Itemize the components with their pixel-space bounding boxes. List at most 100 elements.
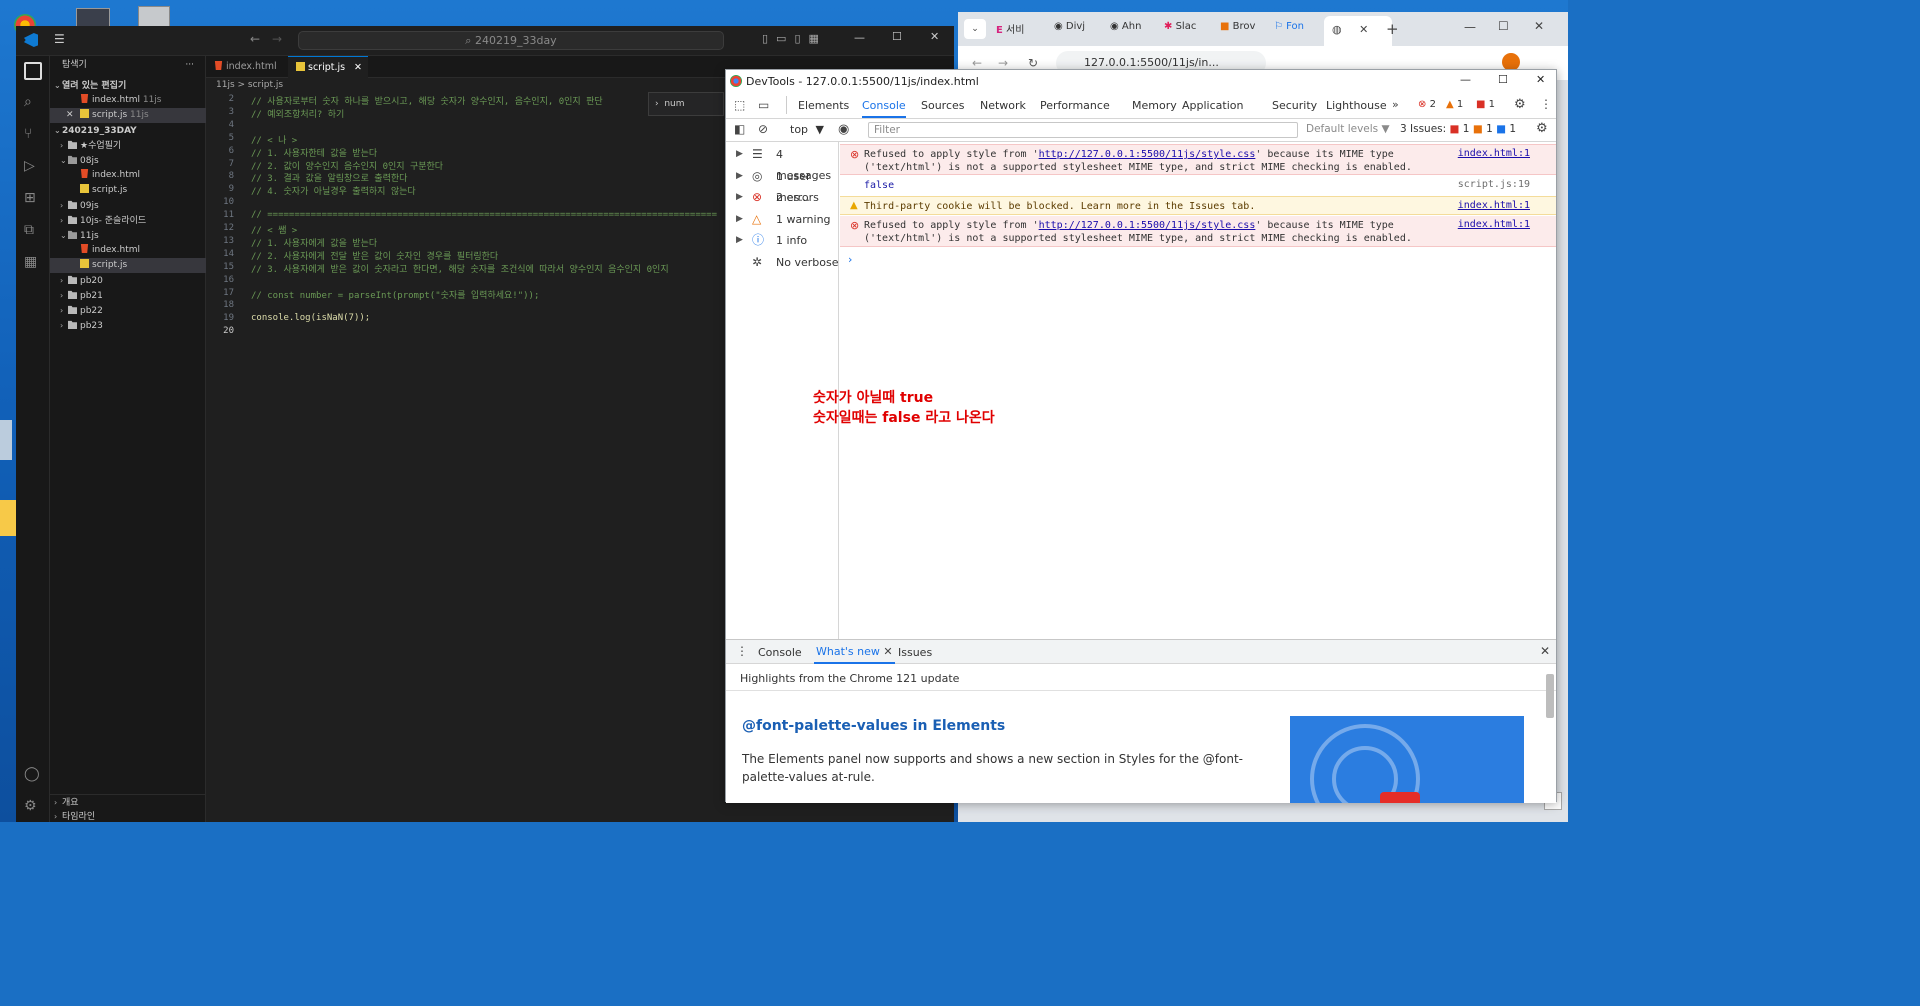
reload-icon[interactable]: ↻ — [1028, 56, 1038, 70]
chrome-tab[interactable]: ■ Brov — [1220, 21, 1255, 32]
open-editors-header[interactable]: ⌄열려 있는 편집기 — [50, 78, 206, 93]
menu-icon[interactable]: ☰ — [54, 32, 65, 46]
console-error-message[interactable]: ⊗ Refused to apply style from 'http://12… — [840, 144, 1556, 175]
code-line[interactable]: // 1. 사용자에게 값을 받는다 — [251, 236, 377, 249]
close-button[interactable]: ✕ — [1534, 19, 1544, 33]
chrome-tab[interactable]: E 서비 — [996, 21, 1024, 36]
desktop-app-icon-2[interactable] — [138, 6, 170, 28]
file-item[interactable]: script.js — [50, 258, 206, 273]
code-line[interactable]: // 사용자로부터 숫자 하나를 받으시고, 해당 숫자가 양수인지, 음수인지… — [251, 94, 603, 107]
maximize-button[interactable]: ☐ — [892, 30, 902, 43]
folder-item[interactable]: › pb22 — [50, 303, 206, 318]
console-sidebar-item[interactable]: ▶ △ 1 warning — [726, 209, 839, 230]
desktop-folder-icon[interactable] — [0, 500, 16, 536]
console-log-message[interactable]: false script.js:19 — [840, 176, 1556, 195]
tab-memory[interactable]: Memory — [1132, 93, 1177, 118]
chrome-tab[interactable]: ◉ Ahn — [1110, 21, 1141, 32]
tab-sources[interactable]: Sources — [921, 93, 965, 118]
code-line[interactable]: // 4. 숫자가 아닐경우 출력하지 않는다 — [251, 184, 416, 197]
folder-item[interactable]: › 09js — [50, 198, 206, 213]
folder-item[interactable]: ⌄ 08js — [50, 153, 206, 168]
stylesheet-link[interactable]: http://127.0.0.1:5500/11js/style.css — [1039, 220, 1256, 231]
docker-icon[interactable]: ▦ — [24, 254, 42, 272]
stylesheet-link[interactable]: http://127.0.0.1:5500/11js/style.css — [1039, 149, 1256, 160]
timeline-section[interactable]: › 타임라인 — [50, 809, 206, 824]
workspace-header[interactable]: ⌄240219_33DAY — [50, 123, 206, 138]
code-line[interactable]: // < 나 > — [251, 133, 297, 146]
tab-index-html[interactable]: index.html — [206, 56, 288, 78]
maximize-button[interactable]: ☐ — [1498, 19, 1509, 33]
source-link[interactable]: index.html:1 — [1458, 219, 1530, 230]
source-control-icon[interactable]: ⑂ — [24, 126, 42, 144]
code-line[interactable]: console.log(isNaN(7)); — [251, 313, 370, 323]
minimize-button[interactable]: — — [854, 31, 865, 44]
video-play-icon[interactable] — [1380, 792, 1420, 803]
file-item[interactable]: index.html — [50, 168, 206, 183]
warning-count-badge[interactable]: ▲ 1 — [1446, 99, 1463, 110]
issues-link[interactable]: 3 Issues: ■ 1 ■ 1 ■ 1 — [1400, 123, 1516, 135]
expand-arrow-icon[interactable]: ▶ — [736, 187, 743, 208]
open-editor-item[interactable]: ✕ script.js 11js — [50, 108, 206, 123]
code-line[interactable]: // 2. 사용자에게 전달 받은 값이 숫자인 경우를 필터링한다 — [251, 249, 498, 262]
tab-script-js[interactable]: script.js ✕ — [288, 56, 368, 78]
filter-input[interactable]: Filter — [868, 122, 1298, 138]
drawer-menu-icon[interactable]: ⋮ — [736, 644, 748, 658]
minimize-button[interactable]: — — [1464, 20, 1476, 34]
tab-search-icon[interactable]: ⌄ — [964, 19, 986, 39]
console-warning-message[interactable]: ▲ Third-party cookie will be blocked. Le… — [840, 196, 1556, 215]
close-button[interactable]: ✕ — [1536, 73, 1545, 86]
layout-toggle-icons[interactable]: ▯▭▯▦ — [762, 32, 827, 45]
code-line[interactable]: // const number = parseInt(prompt("숫자를 입… — [251, 288, 539, 301]
console-settings-icon[interactable]: ⚙ — [1536, 121, 1548, 136]
source-link[interactable]: script.js:19 — [1458, 179, 1530, 190]
open-editor-item[interactable]: index.html 11js — [50, 93, 206, 108]
drawer-tab-console[interactable]: Console — [758, 646, 802, 659]
maximize-button[interactable]: ☐ — [1498, 73, 1508, 86]
live-expression-eye-icon[interactable]: ◉ — [838, 122, 849, 137]
forward-icon[interactable]: → — [998, 56, 1008, 70]
back-icon[interactable]: ← — [972, 56, 982, 70]
tab-lighthouse[interactable]: Lighthouse — [1326, 93, 1387, 118]
clear-console-icon[interactable]: ⊘ — [758, 122, 768, 136]
close-drawer-icon[interactable]: ✕ — [1540, 644, 1550, 658]
code-line[interactable]: // 2. 값이 양수인지 음수인지 0인지 구분한다 — [251, 159, 443, 172]
folder-item[interactable]: › ★수업필기 — [50, 138, 206, 153]
device-toolbar-icon[interactable]: ▭ — [758, 98, 769, 112]
console-prompt-icon[interactable]: › — [848, 253, 852, 266]
tab-performance[interactable]: Performance — [1040, 93, 1110, 118]
forward-arrow-icon[interactable]: → — [272, 32, 282, 46]
code-line[interactable]: // 3. 사용자에게 받은 값이 숫자라고 한다면, 해당 숫자를 조건식에 … — [251, 262, 669, 275]
source-link[interactable]: index.html:1 — [1458, 200, 1530, 211]
drawer-tab-issues[interactable]: Issues — [898, 646, 932, 659]
desktop-file-icon[interactable] — [0, 420, 12, 460]
command-center-search[interactable]: ⌕ 240219_33day — [298, 31, 724, 50]
remote-icon[interactable]: ⧉ — [24, 222, 42, 240]
context-selector[interactable]: top ▼ — [790, 123, 824, 136]
issues-count-badge[interactable]: ■ 1 — [1476, 99, 1495, 110]
chrome-tab[interactable]: ✱ Slac — [1164, 21, 1196, 32]
folder-item[interactable]: › pb21 — [50, 288, 206, 303]
code-line[interactable]: // 예외조항처리? 하기 — [251, 107, 344, 120]
folder-item[interactable]: › pb23 — [50, 318, 206, 333]
settings-gear-icon[interactable]: ⚙ — [1514, 97, 1526, 112]
tab-console[interactable]: Console — [862, 93, 906, 118]
outline-section[interactable]: › 개요 — [50, 794, 206, 809]
console-sidebar-item[interactable]: ▶ ◎ 1 user mes... — [726, 166, 839, 204]
console-sidebar-item[interactable]: ▶ ⊗ 2 errors — [726, 187, 839, 208]
log-levels-dropdown[interactable]: Default levels ▼ — [1306, 123, 1390, 135]
code-line[interactable]: // 3. 결과 값을 알림창으로 출력한다 — [251, 171, 407, 184]
console-sidebar-item[interactable]: ▶ ☰ 4 messages — [726, 144, 839, 182]
chrome-tab[interactable]: ◉ Divj — [1054, 21, 1085, 32]
file-item[interactable]: index.html — [50, 243, 206, 258]
code-line[interactable]: // =====================================… — [251, 210, 717, 220]
code-line[interactable]: // < 쌤 > — [251, 223, 297, 236]
expand-arrow-icon[interactable]: ▶ — [736, 144, 743, 165]
expand-arrow-icon[interactable]: ▶ — [736, 166, 743, 187]
source-link[interactable]: index.html:1 — [1458, 148, 1530, 159]
account-icon[interactable]: ◯ — [24, 766, 42, 784]
breadcrumb[interactable]: 11js > script.js — [216, 80, 283, 90]
file-item[interactable]: script.js — [50, 183, 206, 198]
close-tab-icon[interactable]: ✕ — [354, 57, 362, 79]
more-options-icon[interactable]: ⋮ — [1540, 97, 1552, 111]
drawer-tab-whats-new[interactable]: What's new ✕ — [814, 640, 895, 664]
